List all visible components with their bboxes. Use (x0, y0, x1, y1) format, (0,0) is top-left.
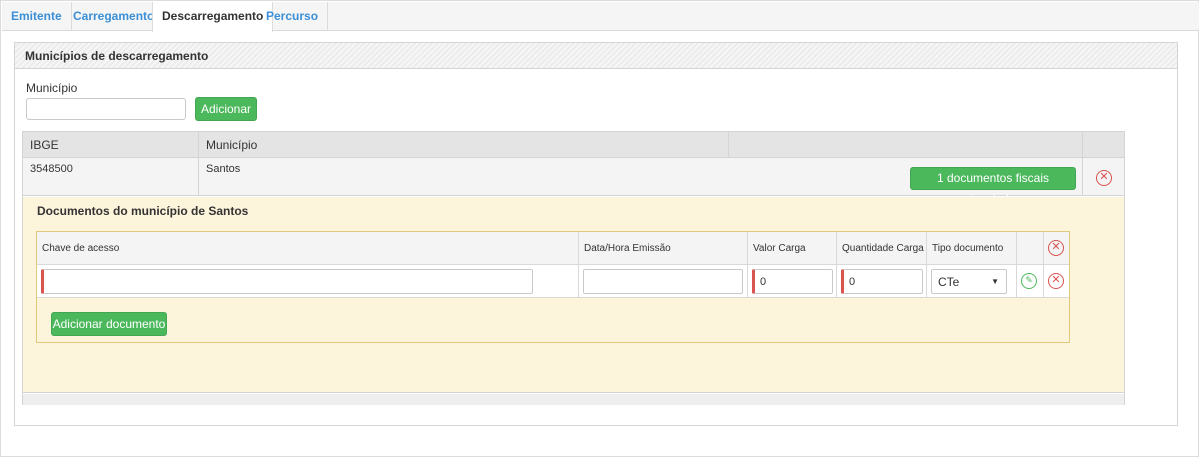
panel-title: Municípios de descarregamento (15, 43, 1177, 69)
page-frame: Emitente Carregamento Descarregamento Pe… (0, 0, 1199, 457)
table-header: IBGE Município (23, 132, 1124, 158)
documents-table: Chave de acesso Data/Hora Emissão Valor … (36, 231, 1070, 343)
cell-tipo-documento: CTe ▼ (927, 265, 1017, 298)
tab-carregamento[interactable]: Carregamento (64, 2, 165, 31)
valor-carga-input[interactable]: 0 (752, 269, 833, 294)
header-valor-carga: Valor Carga (748, 232, 837, 265)
cell-quantidade-carga: 0 (837, 265, 927, 298)
header-ibge: IBGE (23, 132, 199, 158)
add-document-button[interactable]: Adicionar documento (51, 312, 167, 336)
cell-chave (37, 265, 579, 298)
remove-circle-icon[interactable]: ✕ (1096, 170, 1112, 186)
municipio-input[interactable] (26, 98, 186, 120)
header-quantidade-carga: Quantidade Carga (837, 232, 927, 265)
table-row: 3548500 Santos 1 documentos fiscais vinc… (23, 158, 1124, 206)
documents-title: Documentos do município de Santos (37, 204, 249, 218)
tab-descarregamento[interactable]: Descarregamento (152, 2, 274, 32)
municipio-label: Município (26, 81, 78, 95)
tipo-documento-select[interactable]: CTe ▼ (931, 269, 1007, 294)
header-tipo-documento: Tipo documento (927, 232, 1017, 265)
chave-acesso-input[interactable] (41, 269, 533, 294)
header-edit (1017, 232, 1044, 265)
cell-valor-carga: 0 (748, 265, 837, 298)
header-data-hora: Data/Hora Emissão (579, 232, 748, 265)
header-municipio: Município (199, 132, 729, 158)
header-chave: Chave de acesso (37, 232, 579, 265)
header-actions (729, 132, 1083, 158)
unloading-panel: Municípios de descarregamento Município … (14, 42, 1178, 426)
municipios-table: IBGE Município 3548500 Santos 1 document… (22, 131, 1125, 405)
quantidade-carga-input[interactable]: 0 (841, 269, 923, 294)
cell-edit: ✎ (1017, 265, 1044, 298)
tab-bar: Emitente Carregamento Descarregamento Pe… (2, 2, 1199, 32)
cell-ibge: 3548500 (23, 158, 199, 196)
header-remove (1083, 132, 1126, 158)
cell-data-hora (579, 265, 748, 298)
linked-documents-button[interactable]: 1 documentos fiscais vinculados (910, 167, 1076, 206)
add-municipio-button[interactable]: Adicionar (195, 97, 257, 121)
municipio-documents-section: Documentos do município de Santos Chave … (23, 197, 1124, 393)
edit-circle-icon[interactable]: ✎ (1021, 273, 1037, 289)
table-footer (23, 394, 1124, 405)
documents-header: Chave de acesso Data/Hora Emissão Valor … (37, 232, 1069, 265)
header-remove-all: ✕ (1044, 232, 1071, 265)
tab-emitente[interactable]: Emitente (2, 2, 72, 31)
remove-circle-icon[interactable]: ✕ (1048, 240, 1064, 256)
tab-percurso[interactable]: Percurso (257, 2, 329, 31)
document-row: 0 0 CTe ▼ ✎ ✕ (37, 265, 1069, 298)
data-hora-input[interactable] (583, 269, 743, 294)
caret-down-icon: ▼ (991, 277, 999, 286)
tipo-documento-value: CTe (938, 275, 960, 289)
remove-circle-icon[interactable]: ✕ (1048, 273, 1064, 289)
cell-remove: ✕ (1044, 265, 1071, 298)
